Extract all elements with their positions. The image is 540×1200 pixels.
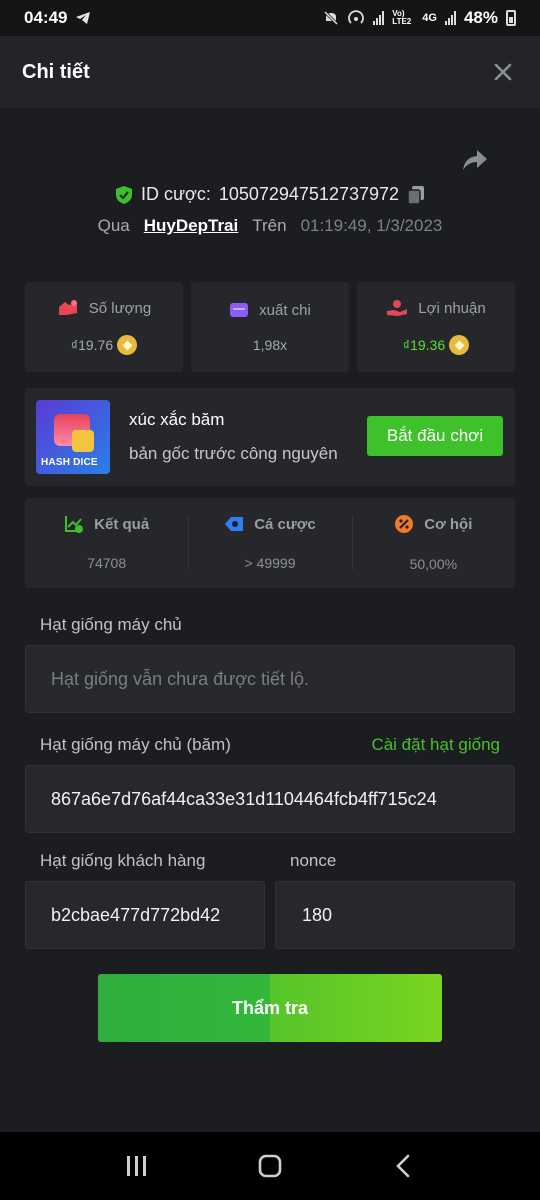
result-bet: Cá cược > 49999 bbox=[188, 498, 351, 588]
by-label: Qua bbox=[97, 216, 130, 235]
telegram-icon bbox=[76, 12, 91, 24]
profit-icon bbox=[387, 300, 408, 316]
status-time: 04:49 bbox=[24, 8, 68, 27]
system-nav-bar bbox=[0, 1132, 540, 1200]
stat-profit-value: ₫19.36 bbox=[402, 337, 446, 353]
back-button[interactable] bbox=[383, 1146, 423, 1186]
set-seed-link[interactable]: Cài đặt hạt giống bbox=[371, 735, 500, 755]
coin-icon bbox=[117, 335, 138, 355]
result-icon bbox=[65, 516, 84, 533]
shield-check-icon bbox=[115, 185, 132, 204]
game-subtitle: bản gốc trước công nguyên bbox=[129, 444, 338, 463]
verify-button[interactable]: Thẩm tra bbox=[98, 974, 442, 1042]
copy-icon[interactable] bbox=[407, 185, 425, 205]
result-bet-label: Cá cược bbox=[254, 515, 316, 533]
battery-percent: 48% bbox=[463, 8, 498, 27]
result-chance-value: 50,00% bbox=[409, 556, 458, 572]
coin-icon bbox=[449, 335, 470, 355]
game-thumbnail-label: HASH DICE bbox=[41, 457, 98, 468]
bet-id-label: ID cược: bbox=[140, 184, 211, 204]
bet-timestamp: 01:19:49, 1/3/2023 bbox=[300, 216, 443, 235]
stat-amount-value: ₫19.76 bbox=[70, 337, 114, 353]
game-name: xúc xắc băm bbox=[129, 410, 225, 429]
start-playing-button[interactable]: Bắt đầu chơi bbox=[367, 416, 503, 456]
stat-payout-label: xuất chi bbox=[259, 301, 311, 319]
bet-icon bbox=[225, 517, 244, 531]
bet-id-value: 105072947512737972 bbox=[218, 184, 400, 204]
status-bar: 04:49 Vo) LTE2 4G 48% bbox=[0, 0, 540, 36]
battery-icon bbox=[506, 10, 516, 26]
game-thumbnail[interactable]: HASH DICE bbox=[36, 400, 110, 474]
hotspot-icon bbox=[348, 10, 365, 24]
bet-stats: Số lượng ₫19.76 xuất chi 1,98x Lợi nhuận… bbox=[25, 282, 515, 372]
result-chance: Cơ hội 50,00% bbox=[351, 498, 515, 588]
amount-icon bbox=[58, 300, 77, 315]
chance-icon bbox=[395, 515, 414, 533]
home-icon bbox=[258, 1154, 282, 1178]
network-label: Vo) LTE2 bbox=[392, 9, 412, 26]
share-icon[interactable] bbox=[462, 148, 488, 172]
dice-icon-small bbox=[72, 430, 94, 452]
result-panel: Kết quả 74708 Cá cược > 49999 Cơ hội 50,… bbox=[25, 498, 515, 588]
header: Chi tiết bbox=[0, 36, 540, 108]
page-title: Chi tiết bbox=[22, 60, 90, 83]
detail-content: ID cược: 105072947512737972 Qua HuyDepTr… bbox=[0, 108, 540, 1132]
result-outcome: Kết quả 74708 bbox=[25, 498, 188, 588]
nonce-label: nonce bbox=[290, 851, 337, 870]
server-hash-label: Hạt giống máy chủ (băm) bbox=[40, 735, 231, 754]
client-seed-field[interactable]: b2cbae477d772bd42 bbox=[25, 881, 265, 949]
stat-amount-label: Số lượng bbox=[88, 299, 152, 317]
nonce-field[interactable]: 180 bbox=[275, 881, 515, 949]
server-seed-field[interactable]: Hạt giống vẫn chưa được tiết lộ. bbox=[25, 645, 515, 713]
recent-apps-button[interactable] bbox=[117, 1146, 157, 1186]
stat-amount: Số lượng ₫19.76 bbox=[25, 282, 183, 372]
result-outcome-label: Kết quả bbox=[94, 515, 150, 533]
stat-profit: Lợi nhuận ₫19.36 bbox=[357, 282, 515, 372]
back-icon bbox=[396, 1154, 410, 1178]
home-button[interactable] bbox=[250, 1146, 290, 1186]
wallet-icon bbox=[230, 303, 249, 317]
client-seed-label: Hạt giống khách hàng bbox=[40, 851, 206, 870]
username-link[interactable]: HuyDepTrai bbox=[144, 216, 238, 236]
result-chance-label: Cơ hội bbox=[424, 515, 473, 533]
mute-icon bbox=[324, 10, 339, 26]
bet-id-row: ID cược: 105072947512737972 bbox=[0, 184, 540, 205]
bet-by-row: Qua HuyDepTrai Trên 01:19:49, 1/3/2023 bbox=[0, 216, 540, 236]
close-icon bbox=[494, 63, 512, 81]
recent-apps-icon bbox=[126, 1156, 146, 1176]
stat-payout: xuất chi 1,98x bbox=[191, 282, 349, 372]
server-hash-field[interactable]: 867a6e7d76af44ca33e31d1104464fcb4ff715c2… bbox=[25, 765, 515, 833]
signal-icon bbox=[373, 11, 385, 25]
result-bet-value: > 49999 bbox=[244, 555, 296, 571]
signal-icon-2 bbox=[444, 11, 456, 25]
stat-profit-label: Lợi nhuận bbox=[418, 299, 486, 317]
on-label: Trên bbox=[252, 216, 287, 235]
game-card: HASH DICE xúc xắc băm bản gốc trước công… bbox=[25, 388, 515, 486]
result-outcome-value: 74708 bbox=[87, 555, 127, 571]
server-seed-label: Hạt giống máy chủ bbox=[40, 615, 182, 634]
stat-payout-value: 1,98x bbox=[252, 336, 288, 353]
network-type: 4G bbox=[422, 12, 437, 24]
close-button[interactable] bbox=[488, 57, 518, 87]
